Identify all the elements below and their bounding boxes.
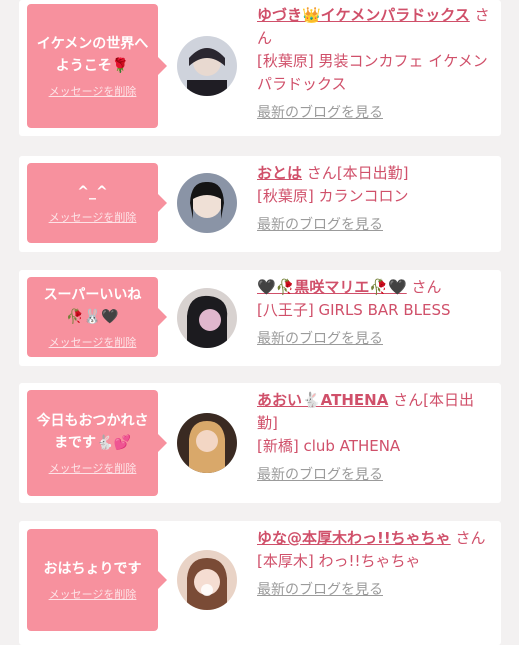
shop-name: [本厚木] わっ!!ちゃちゃ (257, 552, 421, 570)
shop-name: [秋葉原] カランコロン (257, 187, 409, 205)
message-text: イケメンの世界へ ようこそ🌹 (36, 36, 149, 74)
avatar[interactable] (177, 550, 237, 610)
message-text: ^_^ (77, 184, 108, 200)
message-text: スーパーいいね 🥀🐰🖤 (43, 287, 142, 325)
avatar[interactable] (177, 413, 237, 473)
shop-name: [新橋] club ATHENA (257, 437, 401, 455)
latest-blog-link[interactable]: 最新のブログを見る (257, 579, 491, 602)
delete-message-link[interactable]: メッセージを削除 (49, 83, 137, 99)
cast-info: ゆづき👑イケメンパラドックス さん [秋葉原] 男装コンカフェ イケメンパラドッ… (257, 4, 491, 125)
delete-message-link[interactable]: メッセージを削除 (49, 334, 137, 350)
honorific: さん (411, 278, 442, 296)
cast-info: あおい🐇ATHENA さん[本日出勤] [新橋] club ATHENA 最新の… (257, 389, 491, 487)
honorific: さん (306, 164, 337, 182)
avatar[interactable] (177, 288, 237, 348)
cast-name-link[interactable]: あおい🐇ATHENA (257, 391, 388, 409)
avatar[interactable] (177, 173, 237, 233)
message-card: イケメンの世界へ ようこそ🌹 メッセージを削除 ゆづき👑イケメンパラドックス さ… (19, 0, 501, 136)
message-bubble: イケメンの世界へ ようこそ🌹 メッセージを削除 (27, 4, 167, 128)
message-card: おはちょりです メッセージを削除 ゆな@本厚木わっ!!ちゃちゃ さん [本厚木]… (19, 521, 501, 645)
cast-name-link[interactable]: ゆな@本厚木わっ!!ちゃちゃ (257, 529, 451, 547)
cast-info: ゆな@本厚木わっ!!ちゃちゃ さん [本厚木] わっ!!ちゃちゃ 最新のブログを… (257, 527, 491, 602)
message-bubble: スーパーいいね 🥀🐰🖤 メッセージを削除 (27, 277, 167, 357)
delete-message-link[interactable]: メッセージを削除 (49, 209, 137, 225)
message-text: 今日もおつかれさ まです🐇💕 (36, 413, 149, 451)
message-card: ^_^ メッセージを削除 おとは さん[本日出勤] [秋葉原] カランコロン 最… (19, 156, 501, 252)
latest-blog-link[interactable]: 最新のブログを見る (257, 464, 491, 487)
message-text: おはちょりです (43, 561, 142, 577)
delete-message-link[interactable]: メッセージを削除 (49, 460, 137, 476)
latest-blog-link[interactable]: 最新のブログを見る (257, 214, 491, 237)
cast-info: 🖤🥀黒咲マリエ🥀🖤 さん [八王子] GIRLS BAR BLESS 最新のブロ… (257, 276, 491, 351)
message-card: スーパーいいね 🥀🐰🖤 メッセージを削除 🖤🥀黒咲マリエ🥀🖤 さん [八王子] … (19, 270, 501, 366)
delete-message-link[interactable]: メッセージを削除 (49, 586, 137, 602)
latest-blog-link[interactable]: 最新のブログを見る (257, 328, 491, 351)
message-card: 今日もおつかれさ まです🐇💕 メッセージを削除 あおい🐇ATHENA さん[本日… (19, 383, 501, 503)
cast-name-link[interactable]: ゆづき👑イケメンパラドックス (257, 6, 470, 24)
message-bubble: ^_^ メッセージを削除 (27, 163, 167, 243)
honorific: さん (455, 529, 486, 547)
honorific: さん (393, 391, 424, 409)
work-status: [本日出勤] (336, 164, 409, 182)
message-bubble: おはちょりです メッセージを削除 (27, 529, 167, 631)
cast-name-link[interactable]: 🖤🥀黒咲マリエ🥀🖤 (257, 278, 407, 296)
shop-name: [八王子] GIRLS BAR BLESS (257, 301, 451, 319)
avatar[interactable] (177, 36, 237, 96)
shop-name: [秋葉原] 男装コンカフェ イケメンパラドックス (257, 52, 488, 93)
cast-name-link[interactable]: おとは (257, 164, 302, 182)
cast-info: おとは さん[本日出勤] [秋葉原] カランコロン 最新のブログを見る (257, 162, 491, 237)
message-bubble: 今日もおつかれさ まです🐇💕 メッセージを削除 (27, 390, 167, 496)
latest-blog-link[interactable]: 最新のブログを見る (257, 102, 491, 125)
